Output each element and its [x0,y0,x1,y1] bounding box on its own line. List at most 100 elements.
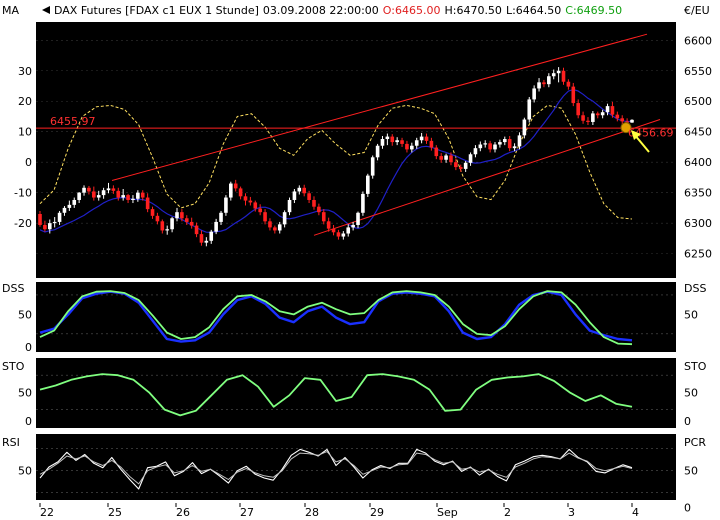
time-axis-label: 4 [632,506,639,519]
price-left-tick: 0 [25,156,32,169]
candle-body [527,99,532,120]
time-axis-label: 26 [176,506,190,519]
candle-body [468,154,473,163]
dss-left-tick: 50 [18,308,32,321]
candle-body [361,193,365,213]
candle-body [498,142,502,145]
candle-body [463,162,468,169]
sto-panel: STO STO 50 0 50 0 [2,358,707,428]
candle-body [224,197,228,213]
candle-body [194,225,199,235]
price-right-tick: 6350 [684,187,712,200]
candle-body [287,199,292,213]
candle-body [620,118,625,122]
dss-panel: DSS DSS 50 0 50 [2,282,706,354]
price-right-tick: 6600 [684,34,712,47]
sto-left-tick: 0 [25,415,32,428]
candle-body [341,233,346,237]
candle-body [312,199,316,207]
price-panel: 6455.97 6456.69 [36,22,676,278]
candle-body [351,224,355,228]
candle-body [199,234,204,243]
candle-body [556,70,561,74]
sto-panel-background [36,358,676,428]
candle-body [155,215,160,222]
candle-body [400,140,404,144]
candle-body [331,228,336,233]
candle-body [605,106,610,113]
price-left-tick: 20 [18,95,32,108]
price-right-tick: 6250 [684,248,712,261]
candle-body [52,221,57,224]
rsi-right-tick: 0 [684,501,691,514]
candle-body [321,212,326,222]
candle-body [532,88,536,100]
sto-right-tick-labels: 50 0 [684,386,698,428]
rsi-right-tick-labels: 50 0 [684,465,698,515]
candle-body [458,167,463,169]
horizontal-line-label: 6455.97 [50,115,96,128]
header-arrow-icon [42,6,50,14]
price-right-tick: 6500 [684,95,712,108]
candle-body [561,70,566,82]
candle-body [385,136,390,140]
sto-left-axis-title: STO [2,360,25,373]
candle-body [238,188,243,197]
candle-body [410,145,414,150]
candle-body [502,139,507,143]
sto-left-tick: 50 [18,386,32,399]
candle-body [336,232,341,237]
candle-body [512,146,517,149]
candle-body [273,227,277,231]
candle-body [566,81,571,87]
time-axis-label: 29 [370,506,384,519]
candle-body [478,144,483,149]
candle-body [121,195,125,198]
candle-body [243,196,248,201]
candle-body [522,119,527,136]
candle-body [493,144,497,150]
chart-canvas: 6455.97 6456.69 DAX Futures [FDAX c1 EUX… [2,4,712,519]
dss-right-tick-labels: 50 [684,308,698,321]
candle-body [253,202,258,209]
candle-body [405,143,409,150]
sto-right-axis-title: STO [684,360,707,373]
candle-body [370,157,375,176]
candle-body [414,140,419,146]
candle-body [77,192,81,200]
candle-body [547,76,551,85]
time-axis-label: 28 [305,506,319,519]
candle-body [483,143,488,145]
candle-body [630,119,634,123]
dss-panel-background [36,282,676,352]
candle-body [380,139,385,146]
candle-body [47,223,52,230]
pcr-right-axis-title: PCR [684,436,706,449]
candle-body [424,136,429,141]
candle-body [390,136,395,143]
candle-body [145,197,150,210]
time-axis-label: 3 [568,506,575,519]
candle-body [517,135,522,147]
candle-body [72,199,77,205]
candle-body [229,183,233,198]
candle-body [356,212,360,225]
candle-body [263,212,267,222]
candle-body [184,218,189,222]
rsi-left-tick-labels: 50 [18,465,32,478]
candle-body [473,148,478,155]
candle-body [615,114,620,119]
candle-body [106,188,111,191]
candle-body [96,195,101,198]
candle-body [346,227,351,234]
candle-body [277,224,282,231]
candle-body [92,191,96,198]
candle-body [67,204,72,208]
candle-body [282,212,287,225]
time-axis-label: Sep [437,506,458,519]
dss-left-tick: 0 [25,341,32,354]
candle-body [576,103,580,116]
candle-body [175,212,179,219]
candle-body [375,145,380,158]
candle-body [62,207,67,213]
